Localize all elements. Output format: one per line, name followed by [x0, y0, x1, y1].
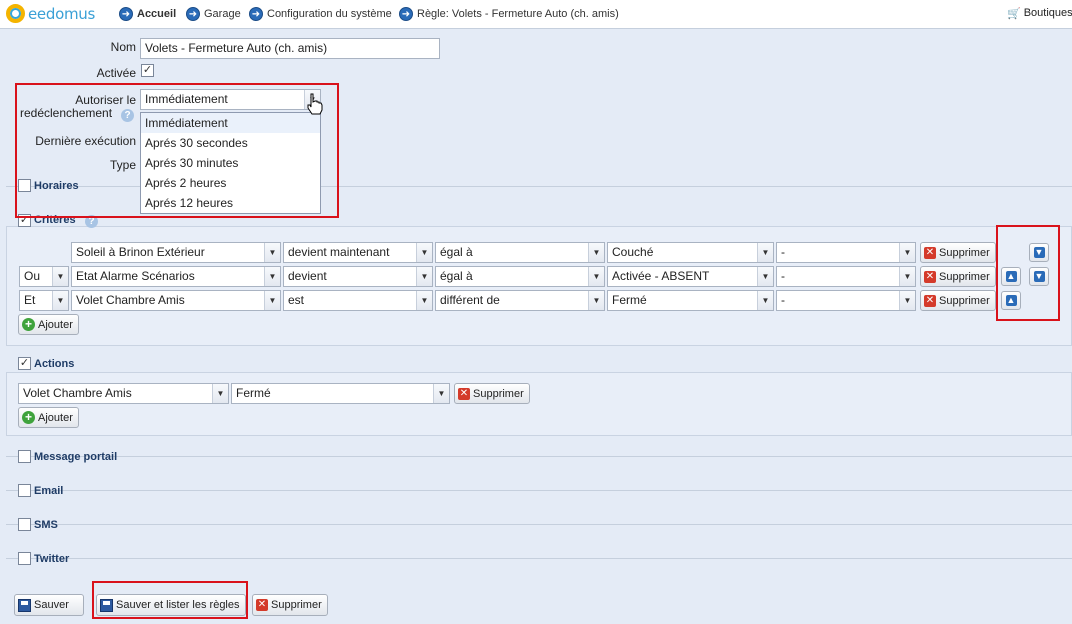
email-title: Email	[34, 485, 64, 497]
criterion-2-extra-select[interactable]: - ▼	[776, 266, 916, 287]
chevron-down-icon: ▼	[757, 243, 773, 262]
highlight-box	[92, 581, 248, 619]
criteres-ajouter-button[interactable]: + Ajouter	[18, 314, 79, 335]
criterion-1-value-select[interactable]: Couché ▼	[607, 242, 774, 263]
sms-title: SMS	[34, 519, 58, 531]
section-divider	[6, 558, 1072, 559]
section-divider	[6, 524, 1072, 525]
floppy-icon	[18, 598, 31, 612]
delete-icon: ✕	[924, 294, 936, 307]
criterion-2-value-select[interactable]: Activée - ABSENT ▼	[607, 266, 774, 287]
delete-icon: ✕	[458, 387, 470, 400]
chevron-down-icon: ▼	[264, 291, 280, 310]
actions-checkbox[interactable]: ✓	[18, 357, 31, 370]
activee-label: Activée	[96, 66, 136, 80]
criterion-3-verb-select[interactable]: est ▼	[283, 290, 433, 311]
email-checkbox[interactable]	[18, 484, 31, 497]
chevron-down-icon: ▼	[899, 267, 915, 286]
criterion-1-device-select[interactable]: Soleil à Brinon Extérieur ▼	[71, 242, 281, 263]
criterion-3-extra-select[interactable]: - ▼	[776, 290, 916, 311]
criterion-2-operator-select[interactable]: Ou ▼	[19, 266, 69, 287]
criterion-2-compare-select[interactable]: égal à ▼	[435, 266, 605, 287]
chevron-down-icon: ▼	[52, 267, 68, 286]
nav-arrow-icon: ➜	[186, 7, 200, 21]
chevron-down-icon: ▼	[588, 291, 604, 310]
highlight-box	[996, 225, 1060, 321]
action-supprimer-button[interactable]: ✕ Supprimer	[454, 383, 530, 404]
criterion-1-supprimer-button[interactable]: ✕ Supprimer	[920, 242, 996, 263]
delete-icon: ✕	[256, 599, 268, 611]
criterion-2-device-select[interactable]: Etat Alarme Scénarios ▼	[71, 266, 281, 287]
criterion-1-verb-select[interactable]: devient maintenant ▼	[283, 242, 433, 263]
chevron-down-icon: ▼	[416, 267, 432, 286]
chevron-down-icon: ▼	[588, 267, 604, 286]
nav-arrow-icon: ➜	[399, 7, 413, 21]
section-divider	[6, 456, 1072, 457]
criterion-3-supprimer-button[interactable]: ✕ Supprimer	[920, 290, 996, 311]
chevron-down-icon: ▼	[416, 243, 432, 262]
action-value-select[interactable]: Fermé ▼	[231, 383, 450, 404]
message-portail-title: Message portail	[34, 451, 118, 463]
criterion-1-extra-select[interactable]: - ▼	[776, 242, 916, 263]
nav-arrow-icon: ➜	[119, 7, 133, 21]
breadcrumb-home[interactable]: ➜ Accueil	[119, 7, 176, 21]
sms-checkbox[interactable]	[18, 518, 31, 531]
chevron-down-icon: ▼	[264, 267, 280, 286]
chevron-down-icon: ▼	[212, 384, 228, 403]
delete-icon: ✕	[924, 246, 936, 259]
chevron-down-icon: ▼	[757, 267, 773, 286]
criterion-1-compare-select[interactable]: égal à ▼	[435, 242, 605, 263]
chevron-down-icon: ▼	[757, 291, 773, 310]
logo-icon	[6, 4, 25, 23]
cart-icon: 🛒	[1007, 8, 1021, 20]
criterion-2-supprimer-button[interactable]: ✕ Supprimer	[920, 266, 996, 287]
activee-checkbox[interactable]: ✓	[141, 64, 154, 77]
actions-panel	[6, 372, 1072, 436]
chevron-down-icon: ▼	[264, 243, 280, 262]
plus-icon: +	[22, 411, 35, 424]
delete-icon: ✕	[924, 270, 936, 283]
actions-ajouter-button[interactable]: + Ajouter	[18, 407, 79, 428]
action-device-select[interactable]: Volet Chambre Amis ▼	[18, 383, 229, 404]
criterion-3-value-select[interactable]: Fermé ▼	[607, 290, 774, 311]
criterion-3-operator-select[interactable]: Et ▼	[19, 290, 69, 311]
nom-input[interactable]: Volets - Fermeture Auto (ch. amis)	[140, 38, 440, 59]
nav-arrow-icon: ➜	[249, 7, 263, 21]
chevron-down-icon: ▼	[433, 384, 449, 403]
message-portail-checkbox[interactable]	[18, 450, 31, 463]
twitter-title: Twitter	[34, 553, 70, 565]
sauver-button[interactable]: Sauver	[14, 594, 84, 616]
shop-link[interactable]: 🛒 Boutiques	[1007, 7, 1072, 20]
actions-title: Actions	[34, 358, 75, 370]
section-divider	[6, 490, 1072, 491]
chevron-down-icon: ▼	[899, 243, 915, 262]
highlight-box	[15, 83, 339, 218]
twitter-checkbox[interactable]	[18, 552, 31, 565]
plus-icon: +	[22, 318, 35, 331]
nom-label: Nom	[110, 40, 136, 54]
criterion-3-compare-select[interactable]: différent de ▼	[435, 290, 605, 311]
breadcrumb-rule[interactable]: ➜ Règle: Volets - Fermeture Auto (ch. ami…	[399, 7, 619, 21]
breadcrumb-configuration[interactable]: ➜ Configuration du système	[249, 7, 392, 21]
brand-logo[interactable]: eedomus	[6, 4, 95, 23]
chevron-down-icon: ▼	[588, 243, 604, 262]
chevron-down-icon: ▼	[899, 291, 915, 310]
criterion-3-device-select[interactable]: Volet Chambre Amis ▼	[71, 290, 281, 311]
brand-name: eedomus	[28, 4, 95, 23]
chevron-down-icon: ▼	[416, 291, 432, 310]
breadcrumb-garage[interactable]: ➜ Garage	[186, 7, 241, 21]
chevron-down-icon: ▼	[52, 291, 68, 310]
supprimer-rule-button[interactable]: ✕ Supprimer	[252, 594, 328, 616]
criterion-2-verb-select[interactable]: devient ▼	[283, 266, 433, 287]
